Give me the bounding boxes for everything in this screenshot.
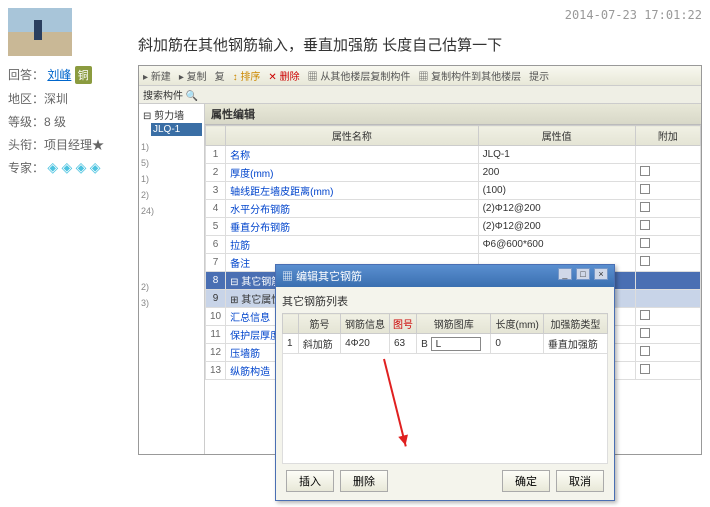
edit-rebar-dialog: ▦ 编辑其它钢筋 _ □ × 其它钢筋列表 — [275, 264, 615, 501]
tb-del[interactable]: ✕ 删除 — [268, 68, 299, 83]
ok-button[interactable]: 确定 — [502, 470, 550, 492]
tb-copyto[interactable]: ▦ 复制构件到其他楼层 — [418, 68, 521, 83]
toolbar: ▸ 新建 ▸ 复制 复 ↕ 排序 ✕ 删除 ▦ 从其他楼层复制构件 ▦ 复制构件… — [139, 66, 701, 86]
level-row: 等级：8 级 — [8, 113, 138, 130]
table-row[interactable]: 1 斜加筋 4Φ20 63 B L 0 垂直加强筋 — [283, 334, 608, 354]
expert-row: 专家： ◈ ◈ ◈ ◈ — [8, 159, 138, 176]
avatar — [8, 8, 72, 56]
tree-item-selected[interactable]: JLQ-1 — [151, 123, 202, 136]
tree-root[interactable]: ⊟ 剪力墙 — [141, 106, 202, 123]
user-link[interactable]: 刘峰 — [47, 68, 71, 82]
tb-new[interactable]: ▸ 新建 — [143, 68, 171, 83]
search-bar[interactable]: 搜索构件 🔍 — [139, 86, 701, 104]
tb-sort[interactable]: ↕ 排序 — [233, 68, 261, 83]
tb-dup[interactable]: 复 — [215, 68, 225, 83]
cancel-button[interactable]: 取消 — [556, 470, 604, 492]
user-badge: 铜 — [75, 66, 92, 84]
delete-button[interactable]: 删除 — [340, 470, 388, 492]
property-panel: 属性编辑 属性名称 属性值 附加 1名称JLQ-1 2厚度(mm)200 3轴线… — [205, 104, 701, 454]
app-screenshot: ▸ 新建 ▸ 复制 复 ↕ 排序 ✕ 删除 ▦ 从其他楼层复制构件 ▦ 复制构件… — [138, 65, 702, 455]
close-icon[interactable]: × — [594, 268, 608, 280]
insert-button[interactable]: 插入 — [286, 470, 334, 492]
tree-panel: ⊟ 剪力墙 JLQ-1 1) 5) 1) 2) 24) 2) 3) — [139, 104, 205, 454]
answer-label: 回答： 刘峰 铜 — [8, 66, 138, 84]
title-row: 头衔：项目经理★ — [8, 136, 138, 153]
diamond-icon: ◈ — [47, 159, 58, 175]
shape-input[interactable]: L — [431, 337, 481, 351]
region-row: 地区：深圳 — [8, 90, 138, 107]
prop-header: 属性编辑 — [205, 104, 701, 125]
diamond-icon: ◈ — [61, 159, 72, 175]
max-icon[interactable]: □ — [576, 268, 590, 280]
rebar-table: 筋号 钢筋信息 图号 钢筋图库 长度(mm) 加强筋类型 1 斜加筋 — [282, 313, 608, 354]
dialog-subtitle: 其它钢筋列表 — [282, 293, 608, 309]
tb-hint[interactable]: 提示 — [529, 68, 549, 83]
min-icon[interactable]: _ — [558, 268, 572, 280]
diamond-icon: ◈ — [76, 159, 87, 175]
answer-text: 斜加筋在其他钢筋输入，垂直加强筋 长度自己估算一下 — [138, 34, 702, 55]
tb-copy[interactable]: ▸ 复制 — [179, 68, 207, 83]
timestamp: 2014-07-23 17:01:22 — [138, 8, 702, 22]
diamond-icon: ◈ — [90, 159, 101, 175]
red-arrow — [383, 359, 407, 447]
tb-copyfrom[interactable]: ▦ 从其他楼层复制构件 — [308, 68, 411, 83]
dialog-titlebar[interactable]: ▦ 编辑其它钢筋 _ □ × — [276, 265, 614, 287]
